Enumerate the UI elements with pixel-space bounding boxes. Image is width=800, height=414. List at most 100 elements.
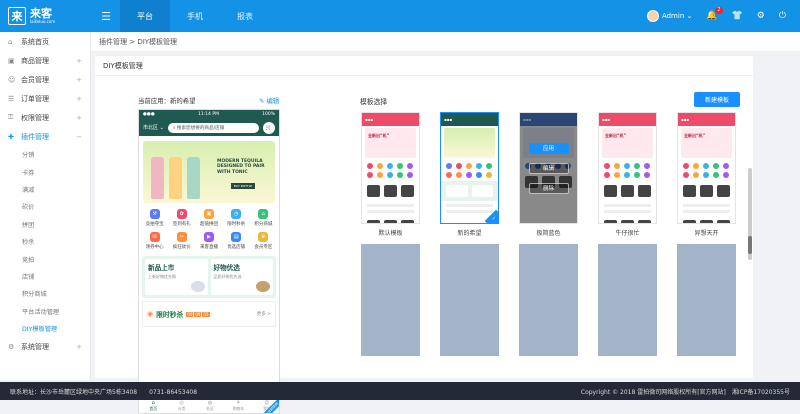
lock-icon: ⚿ xyxy=(8,113,14,121)
user-name: Admin xyxy=(661,12,685,20)
store-icon: ▤ xyxy=(231,232,242,242)
tab-category[interactable]: ◎ 分类 xyxy=(167,400,195,413)
sidebar-item-goods[interactable]: ▣ 商品管理 + xyxy=(0,51,90,70)
phone-city[interactable]: 市北区 ⌄ xyxy=(143,124,164,131)
template-name: 异想天开 xyxy=(694,230,719,237)
top-nav: 平台 手机 报表 xyxy=(120,0,270,32)
grid-item[interactable]: ✂ 疯狂砍价 xyxy=(168,232,195,250)
promo-new[interactable]: 新品上市 上新好物优先购 xyxy=(145,259,208,295)
thumb-banner xyxy=(444,128,495,158)
topnav-report[interactable]: 报表 xyxy=(220,0,270,32)
template-card-fantasy[interactable]: ▪▪▪ 全新出“机” xyxy=(677,112,736,224)
sidebar-sub-coupon[interactable]: 卡券 xyxy=(0,163,90,180)
thumb-goods xyxy=(362,216,419,223)
sidebar-item-system[interactable]: ⚙ 系统管理 + xyxy=(0,337,90,356)
sidebar-sub-store[interactable]: 店铺 xyxy=(0,268,90,285)
grid-item[interactable]: ◷ 限时秒杀 xyxy=(223,209,250,227)
footer-contact: 联系地址：长沙市岳麓区绿地中央广场5栋3408 0731-86453408 xyxy=(10,388,198,396)
clock-icon: ◷ xyxy=(231,209,242,219)
goods-icon: ▣ xyxy=(8,56,15,65)
grid-item[interactable]: ✿ 签到有礼 xyxy=(168,209,195,227)
template-placeholder xyxy=(519,244,578,356)
logo[interactable]: 来 来客 laikeluo.com xyxy=(0,0,96,32)
template-card-blue[interactable]: ▪▪▪ 应用 编辑 删除 xyxy=(519,112,578,224)
grid-item[interactable]: ♛ 会员专区 xyxy=(250,232,277,250)
tab-cart[interactable]: ⚘ 购物车 xyxy=(224,400,252,413)
topnav-mobile[interactable]: 手机 xyxy=(170,0,220,32)
thumb-header: ▪▪▪ xyxy=(678,113,735,126)
sidebar-item-orders[interactable]: ☰ 订单管理 + xyxy=(0,89,90,108)
sidebar-sub-auction[interactable]: 竞拍 xyxy=(0,250,90,267)
grid-item[interactable]: ⌂ 积分商城 xyxy=(250,209,277,227)
sidebar-sub-diy-template[interactable]: DIY模板管理 xyxy=(0,320,90,337)
thumb-header: ▪▪▪ xyxy=(362,113,419,126)
template-placeholder xyxy=(440,244,499,356)
scissors-icon: ✂ xyxy=(176,232,187,242)
flash-more-link[interactable]: 更多 > xyxy=(257,311,271,317)
panel-title: DIY模板管理 xyxy=(95,56,753,76)
grid-item[interactable]: ▶ 来客直播 xyxy=(195,232,222,250)
plus-icon: + xyxy=(76,75,82,84)
grid-item[interactable]: ✉ 领券中心 xyxy=(141,232,168,250)
sidebar-item-home[interactable]: ⌂ 系统首页 xyxy=(0,32,90,51)
topnav-platform[interactable]: 平台 xyxy=(120,0,170,32)
sidebar-sub-seckill[interactable]: 秒杀 xyxy=(0,233,90,250)
template-name: 牛仔很忙 xyxy=(615,230,640,237)
edit-link[interactable]: ✎ 编辑 xyxy=(259,96,279,105)
apply-button[interactable]: 应用 xyxy=(528,142,569,154)
sidebar-sub-platform-activity[interactable]: 平台活动管理 xyxy=(0,303,90,320)
minus-icon: − xyxy=(76,132,82,141)
phone-promo: 新品上市 上新好物优先购 好物优选 品质好物优先选 xyxy=(142,256,276,298)
sidebar-item-members[interactable]: ☺ 会员管理 + xyxy=(0,70,90,89)
thumb-banner: 全新出“机” xyxy=(365,128,416,158)
grid-item[interactable]: ▤ 优选店铺 xyxy=(223,232,250,250)
user-menu[interactable]: Admin ⌄ xyxy=(646,10,692,22)
sidebar-sub-bargain[interactable]: 砍价 xyxy=(0,198,90,215)
sidebar-sub-distribution[interactable]: 分销 xyxy=(0,146,90,163)
thumb-icons xyxy=(441,160,498,181)
phone-status-bar: ●●● 11:14 PM 100% xyxy=(139,110,279,119)
plus-icon: + xyxy=(76,113,82,122)
tab-community[interactable]: ◍ 社区 xyxy=(196,400,224,413)
phone-preview: ●●● 11:14 PM 100% 市北区 ⌄ ⌕ 搜索您想要的商品/店铺 🛒 … xyxy=(138,109,280,414)
shop-icon: ⌂ xyxy=(258,209,269,219)
shirt-icon[interactable]: 👕 xyxy=(732,11,743,21)
phone-search[interactable]: ⌕ 搜索您想要的商品/店铺 xyxy=(167,122,259,133)
sidebar-sub-group[interactable]: 拼团 xyxy=(0,216,90,233)
phone-banner[interactable]: MODERN TEQUILA DESIGNED TO PAIR WITH TON… xyxy=(143,141,275,203)
menu-toggle-icon[interactable]: ☰ xyxy=(96,10,116,23)
power-icon[interactable]: ⏻ xyxy=(779,11,786,21)
bell-icon[interactable]: 🔔 2 xyxy=(706,7,723,21)
scrollbar-thumb[interactable] xyxy=(748,236,752,254)
edit-button[interactable]: 编辑 xyxy=(528,162,569,174)
sidebar-sub-points-mall[interactable]: 积分商城 xyxy=(0,285,90,302)
new-template-button[interactable]: 新建模板 xyxy=(694,92,740,107)
phone-flash-sale[interactable]: ◉ 限时秒杀 00 08 55 更多 > xyxy=(142,301,276,327)
flash-icon: ◉ xyxy=(147,310,154,318)
plugin-icon: ✚ xyxy=(8,132,14,141)
grid-item[interactable]: ▣ 超值拼团 xyxy=(195,209,222,227)
plus-icon: + xyxy=(76,94,82,103)
phone-header: 市北区 ⌄ ⌕ 搜索您想要的商品/店铺 🛒 xyxy=(139,119,279,136)
grid-item[interactable]: ⚒ 竞拍夺宝 xyxy=(141,209,168,227)
logo-text: 来客 xyxy=(30,7,52,20)
tab-home[interactable]: ⌂ 首页 xyxy=(139,400,167,413)
template-card-cowboy[interactable]: ▪▪▪ 全新出“机” xyxy=(598,112,657,224)
avatar xyxy=(646,10,659,22)
thumb-goods xyxy=(678,181,735,201)
check-icon: ✓ xyxy=(491,216,496,222)
sidebar-sub-discount[interactable]: 满减 xyxy=(0,181,90,198)
template-card-hope[interactable]: ▪▪▪ ✓ xyxy=(440,112,499,224)
promo-select[interactable]: 好物优选 品质好物优先选 xyxy=(210,259,273,295)
user-icon: ☺ xyxy=(8,75,16,84)
coupon-icon: ✉ xyxy=(149,232,160,242)
flash-countdown: 00 08 55 xyxy=(186,311,210,317)
sidebar-item-permissions[interactable]: ⚿ 权限管理 + xyxy=(0,108,90,127)
template-card-default[interactable]: ▪▪▪ 全新出“机” xyxy=(361,112,420,224)
cart-icon[interactable]: 🛒 xyxy=(263,121,275,134)
sidebar-item-plugins[interactable]: ✚ 插件管理 − xyxy=(0,127,90,146)
banner-button: BUY BOTTLE xyxy=(231,183,255,189)
phone-grid: ⚒ 竞拍夺宝 ✿ 签到有礼 ▣ 超值拼团 ◷ 限时秒杀 ⌂ 积分商城 ✉ 领券中心 ✂ 疯狂砍… xyxy=(139,203,279,250)
gear-icon[interactable]: ⚙ xyxy=(757,11,765,21)
delete-button[interactable]: 删除 xyxy=(528,182,569,194)
